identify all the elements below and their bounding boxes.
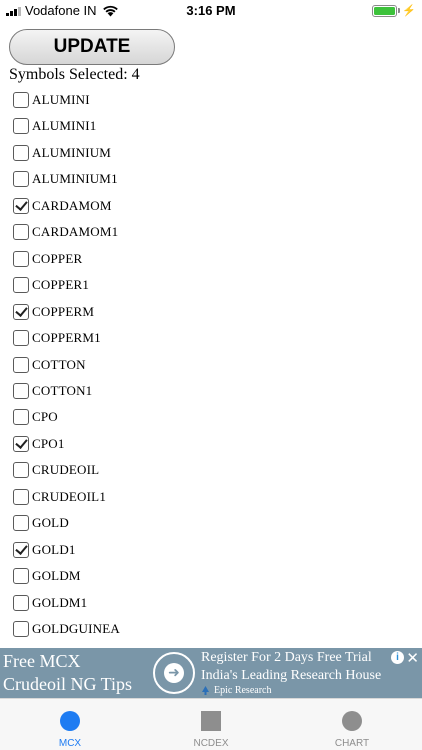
tab-chart-label: CHART [334, 738, 370, 749]
tab-ncdex[interactable]: NCDEX [141, 699, 281, 750]
symbol-checkbox[interactable] [13, 488, 29, 505]
battery-icon [372, 4, 398, 17]
symbol-checkbox[interactable] [13, 171, 29, 188]
symbol-row[interactable]: GOLD [13, 511, 69, 535]
symbol-label: GOLD [32, 515, 69, 531]
symbol-label: ALUMINIUM1 [32, 171, 118, 187]
symbol-label: CPO [32, 409, 58, 425]
symbol-row[interactable]: GOLD1 [13, 538, 76, 562]
tab-chart[interactable]: CHART [282, 699, 422, 750]
symbol-label: GOLDM [32, 568, 81, 584]
symbol-label: COTTON1 [32, 382, 93, 398]
symbol-row[interactable]: CPO [13, 405, 58, 429]
symbol-row[interactable]: CRUDEOIL [13, 458, 99, 482]
symbol-row[interactable]: GOLDM1 [13, 591, 87, 615]
symbol-label: ALUMINI [32, 92, 90, 107]
symbol-label: COPPERM [32, 303, 95, 319]
symbol-row[interactable]: ALUMINI [13, 88, 90, 112]
symbol-row[interactable]: ALUMINIUM [13, 141, 111, 165]
symbol-checkbox[interactable] [13, 144, 29, 161]
symbol-checkbox[interactable] [13, 277, 29, 294]
symbol-checkbox[interactable] [13, 92, 29, 108]
symbol-label: CARDAMOM1 [32, 224, 119, 240]
tab-bar: MCX NCDEX CHART [0, 698, 422, 750]
symbol-checkbox[interactable] [13, 568, 29, 585]
symbol-label: COPPER1 [32, 277, 90, 293]
ad-body-line1: Register For 2 Days Free Trial [201, 650, 372, 665]
symbol-label: CPO1 [32, 435, 65, 451]
ad-info-icon[interactable]: i [391, 651, 404, 664]
ad-brand-name: Epic Research [214, 685, 272, 696]
symbol-row[interactable]: CARDAMOM1 [13, 220, 118, 244]
symbol-checkbox[interactable] [13, 541, 29, 558]
tab-mcx-label: MCX [58, 738, 82, 749]
ad-headline: Free MCX Crudeoil NG Tips [3, 650, 132, 696]
status-time: 3:16 PM [186, 3, 236, 18]
update-button[interactable]: UPDATE [9, 29, 175, 65]
symbol-checkbox[interactable] [13, 621, 29, 637]
ad-arrow-button[interactable]: ➜ [153, 652, 195, 694]
mcx-tab-circle-icon [60, 711, 80, 731]
symbol-label: ALUMINIUM [32, 144, 112, 160]
chart-tab-circle-icon [342, 711, 362, 731]
symbol-label: ALUMINI1 [32, 118, 97, 134]
symbols-selected-label: Symbols Selected: 4 [9, 66, 140, 83]
symbol-row[interactable]: COTTON1 [13, 379, 92, 403]
symbol-checkbox[interactable] [13, 594, 29, 611]
ad-close-icon[interactable]: ✕ [406, 649, 419, 667]
tab-ncdex-label: NCDEX [193, 738, 229, 749]
symbol-label: CRUDEOIL1 [32, 488, 107, 504]
symbol-label: GOLDM1 [32, 594, 88, 610]
symbol-checkbox[interactable] [13, 197, 29, 214]
symbol-row[interactable]: COTTON [13, 353, 86, 377]
ncdex-tab-square-icon [201, 711, 221, 731]
ad-brand: Epic Research [201, 685, 271, 696]
symbol-row[interactable]: GOLDM [13, 564, 81, 588]
symbol-row[interactable]: COPPERM [13, 300, 94, 324]
ad-body-line2: India's Leading Research House [201, 668, 382, 683]
symbol-label: COPPER [32, 250, 83, 266]
symbol-label: GOLD1 [32, 541, 76, 557]
ad-headline-line2: Crudeoil NG Tips [3, 674, 133, 694]
symbol-checkbox[interactable] [13, 303, 29, 320]
symbol-checkbox[interactable] [13, 356, 29, 373]
symbol-label: CARDAMOM [32, 197, 112, 213]
symbol-label: CRUDEOIL [32, 462, 100, 478]
symbol-checkbox[interactable] [13, 435, 29, 452]
symbol-checkbox[interactable] [13, 382, 29, 399]
symbol-row[interactable]: COPPERM1 [13, 326, 101, 350]
battery-cap [398, 8, 401, 13]
symbol-row[interactable]: GOLDGUINEA [13, 617, 120, 641]
symbol-row[interactable]: COPPER [13, 247, 82, 271]
symbol-row[interactable]: ALUMINIUM1 [13, 167, 118, 191]
symbol-row[interactable]: CPO1 [13, 432, 65, 456]
status-bar: Vodafone IN 3:16 PM ⚡ [0, 0, 422, 22]
symbol-row[interactable]: CARDAMOM [13, 194, 112, 218]
ad-body: Register For 2 Days Free Trial India's L… [201, 649, 381, 685]
charging-bolt-icon: ⚡ [402, 5, 416, 17]
symbol-label: GOLDGUINEA [32, 621, 120, 636]
symbol-checkbox[interactable] [13, 118, 29, 135]
arrow-right-icon: ➜ [164, 663, 184, 683]
tab-mcx[interactable]: MCX [0, 699, 140, 750]
brand-logo-icon [202, 686, 209, 695]
symbol-label: COTTON [32, 356, 86, 372]
symbol-label: COPPERM1 [32, 330, 101, 346]
status-right: ⚡ [372, 4, 416, 17]
ad-headline-line1: Free MCX [3, 651, 81, 671]
symbol-checkbox[interactable] [13, 250, 29, 267]
symbol-row[interactable]: CRUDEOIL1 [13, 485, 106, 509]
symbol-checkbox[interactable] [13, 330, 29, 347]
symbol-checkbox[interactable] [13, 224, 29, 241]
symbol-checkbox[interactable] [13, 462, 29, 479]
symbol-row[interactable]: ALUMINI1 [13, 114, 96, 138]
symbol-checkbox[interactable] [13, 409, 29, 426]
symbol-checkbox[interactable] [13, 515, 29, 532]
symbol-row[interactable]: COPPER1 [13, 273, 89, 297]
ad-banner[interactable]: Free MCX Crudeoil NG Tips ➜ Register For… [0, 648, 422, 698]
